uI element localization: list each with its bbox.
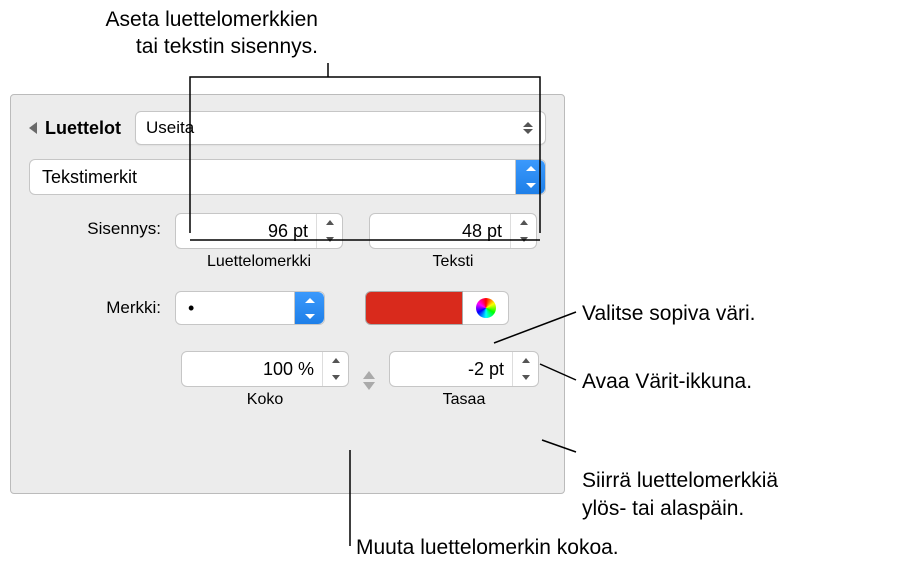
text-indent-value: 48 pt — [462, 221, 502, 242]
callout-colorwindow: Avaa Värit-ikkuna. — [582, 368, 752, 395]
callout-color: Valitse sopiva väri. — [582, 300, 756, 327]
text-indent-field[interactable]: 48 pt — [369, 213, 537, 249]
callout-size: Muuta luettelomerkin kokoa. — [356, 534, 619, 561]
bullet-char-value: • — [188, 298, 194, 319]
list-format-panel: Luettelot Useita Tekstimerkit Sisennys: … — [10, 94, 565, 494]
bullet-indent-sublabel: Luettelomerkki — [175, 253, 343, 271]
align-field[interactable]: -2 pt — [389, 351, 539, 387]
align-value: -2 pt — [468, 359, 504, 380]
stepper-icon[interactable] — [316, 214, 342, 248]
bullet-indent-field[interactable]: 96 pt — [175, 213, 343, 249]
list-style-value: Useita — [146, 118, 194, 138]
stepper-icon[interactable] — [512, 352, 538, 386]
stepper-icon[interactable] — [510, 214, 536, 248]
bullet-type-value: Tekstimerkit — [42, 167, 137, 188]
size-value: 100 % — [263, 359, 314, 380]
lists-label: Luettelot — [45, 118, 121, 139]
text-indent-sublabel: Teksti — [369, 253, 537, 271]
size-sublabel: Koko — [181, 391, 349, 409]
lists-section-toggle[interactable]: Luettelot — [29, 118, 121, 139]
vertical-arrows-icon — [357, 365, 381, 395]
align-sublabel: Tasaa — [389, 391, 539, 409]
bullet-indent-value: 96 pt — [268, 221, 308, 242]
bullet-type-popup[interactable]: Tekstimerkit — [29, 159, 546, 195]
callout-indent-text: Aseta luettelomerkkien tai tekstin sisen… — [106, 8, 318, 58]
callout-indent: Aseta luettelomerkkien tai tekstin sisen… — [38, 6, 318, 61]
list-style-popup[interactable]: Useita — [135, 111, 546, 145]
bullet-char-popup[interactable]: • — [175, 291, 325, 325]
callout-align-text: Siirrä luettelomerkkiä ylös- tai alaspäi… — [582, 469, 778, 519]
stepper-icon[interactable] — [322, 352, 348, 386]
char-label: Merkki: — [29, 298, 161, 318]
callout-color-text: Valitse sopiva väri. — [582, 302, 756, 325]
callout-colorwindow-text: Avaa Värit-ikkuna. — [582, 370, 752, 393]
blue-stepper-icon — [515, 160, 545, 194]
size-field[interactable]: 100 % — [181, 351, 349, 387]
callout-size-text: Muuta luettelomerkin kokoa. — [356, 536, 619, 559]
callout-align: Siirrä luettelomerkkiä ylös- tai alaspäi… — [582, 440, 778, 522]
blue-stepper-icon — [294, 292, 324, 324]
color-picker-button[interactable] — [463, 291, 509, 325]
indent-label: Sisennys: — [29, 213, 161, 239]
disclosure-triangle-icon — [29, 122, 37, 134]
chevron-updown-icon — [521, 121, 535, 135]
color-swatch[interactable] — [365, 291, 463, 325]
color-wheel-icon — [476, 298, 496, 318]
